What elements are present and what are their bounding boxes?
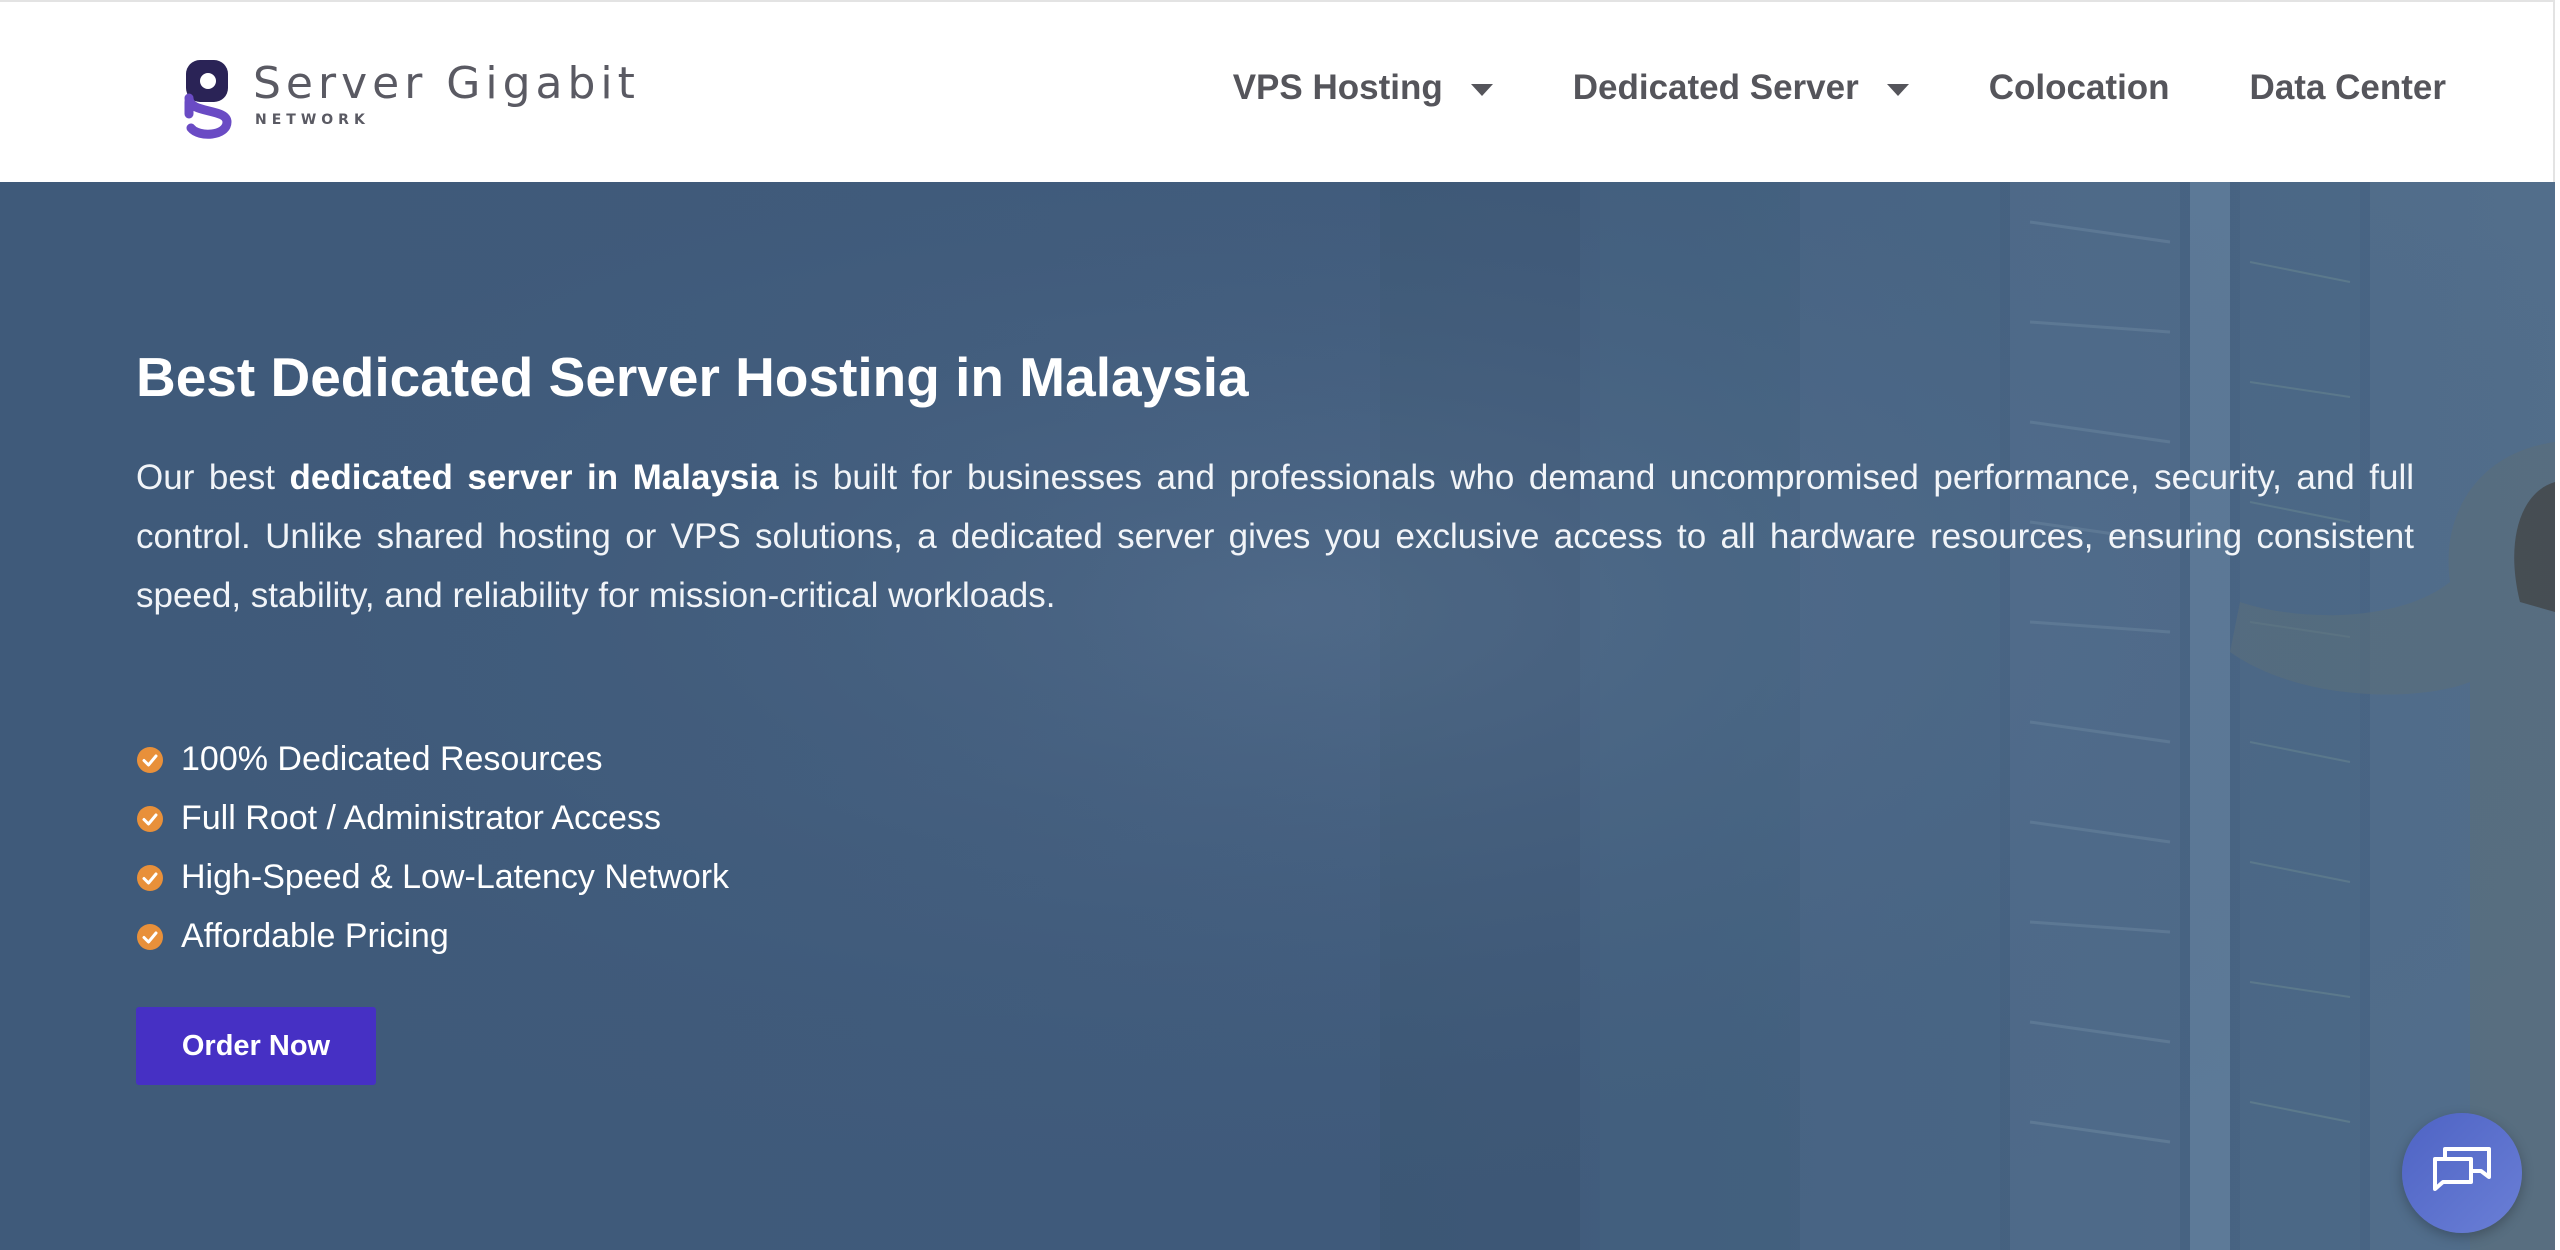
feature-list: 100% Dedicated Resources Full Root / Adm… [136, 730, 2414, 966]
hero-description: Our best dedicated server in Malaysia is… [136, 448, 2414, 625]
hero-content: Best Dedicated Server Hosting in Malaysi… [136, 344, 2414, 1085]
chat-widget-button[interactable] [2402, 1113, 2522, 1233]
feature-label: Full Root / Administrator Access [181, 799, 661, 837]
site-header: Server Gigabit NETWORK VPS Hosting Dedic… [0, 0, 2555, 182]
nav-item-label: VPS Hosting [1232, 68, 1443, 107]
order-now-button[interactable]: Order Now [136, 1007, 376, 1085]
nav-item-colocation[interactable]: Colocation [1989, 68, 2170, 108]
logo-tagline: NETWORK [255, 112, 370, 128]
list-item: 100% Dedicated Resources [136, 730, 2414, 789]
nav-item-data-center[interactable]: Data Center [2250, 68, 2446, 108]
hero-section: Best Dedicated Server Hosting in Malaysi… [0, 182, 2555, 1250]
hero-title: Best Dedicated Server Hosting in Malaysi… [136, 346, 1249, 408]
caret-down-icon [1470, 84, 1493, 96]
list-item: Affordable Pricing [136, 907, 2414, 966]
nav-item-label: Dedicated Server [1572, 68, 1859, 107]
caret-down-icon [1886, 84, 1909, 96]
feature-label: 100% Dedicated Resources [181, 740, 603, 778]
page: Server Gigabit NETWORK VPS Hosting Dedic… [0, 0, 2560, 1250]
list-item: Full Root / Administrator Access [136, 789, 2414, 848]
check-circle-icon [137, 923, 163, 950]
nav-item-label: Data Center [2249, 68, 2446, 107]
check-circle-icon [137, 746, 163, 773]
logo-name: Server Gigabit [253, 58, 640, 109]
nav-item-label: Colocation [1988, 68, 2170, 107]
hero-description-intro: Our best [136, 458, 290, 497]
nav-item-dedicated-server[interactable]: Dedicated Server [1573, 68, 1909, 108]
chat-bubbles-icon [2433, 1147, 2491, 1191]
feature-label: Affordable Pricing [181, 917, 449, 955]
check-circle-icon [137, 864, 163, 891]
list-item: High-Speed & Low-Latency Network [136, 848, 2414, 907]
nav-item-vps-hosting[interactable]: VPS Hosting [1233, 68, 1493, 108]
main-nav: VPS Hosting Dedicated Server Colocation … [1233, 60, 2446, 116]
logo-mark-icon [184, 60, 232, 139]
check-circle-icon [137, 805, 163, 832]
logo[interactable]: Server Gigabit NETWORK [183, 54, 635, 144]
feature-label: High-Speed & Low-Latency Network [181, 858, 730, 896]
hero-description-highlight: dedicated server in Malaysia [289, 458, 779, 497]
